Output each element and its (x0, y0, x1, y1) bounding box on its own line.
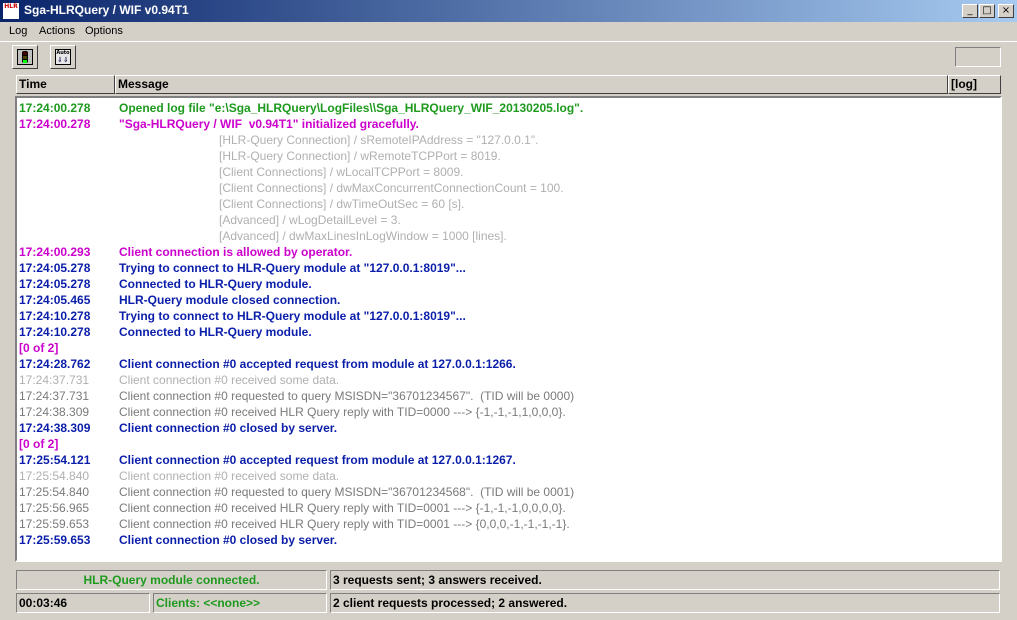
menu-bar: Log Actions Options (0, 22, 1017, 41)
auto-scroll-button[interactable]: Auto ⇓⇓ (50, 45, 76, 69)
log-time: 17:24:37.731 (19, 373, 90, 387)
menu-actions[interactable]: Actions (39, 25, 75, 37)
log-list[interactable]: 17:24:00.278 Opened log file "e:\Sga_HLRQ… (15, 96, 1002, 562)
log-message: Client connection #0 requested to query … (119, 485, 575, 499)
log-message: Client connection #0 received some data. (119, 469, 340, 483)
log-list-header: Time Message [log] (16, 75, 1001, 94)
log-message: Trying to connect to HLR-Query module at… (119, 309, 466, 323)
log-message: Client connection #0 received HLR Query … (119, 517, 570, 531)
log-time: 17:24:00.278 (19, 117, 91, 131)
log-time: 17:25:54.840 (19, 485, 90, 499)
log-message: Client connection #0 closed by server. (119, 421, 338, 435)
log-message: Connected to HLR-Query module. (119, 277, 312, 291)
toolbar-indicator (955, 47, 1001, 67)
window-title: Sga-HLRQuery / WIF v0.94T1 (24, 3, 189, 17)
log-time: 17:25:54.121 (19, 453, 91, 467)
log-message: [Advanced] / wLogDetailLevel = 3. (219, 213, 401, 227)
log-message: Client connection is allowed by operator… (119, 245, 353, 259)
menu-log[interactable]: Log (9, 25, 27, 37)
log-message: [HLR-Query Connection] / wRemoteTCPPort … (219, 149, 501, 163)
log-time: 17:25:54.840 (19, 469, 90, 483)
log-message: Client connection #0 received some data. (119, 373, 340, 387)
log-message: Connected to HLR-Query module. (119, 325, 312, 339)
log-message: "Sga-HLRQuery / WIF v0.94T1" initialized… (119, 117, 419, 131)
traffic-light-icon (17, 49, 33, 65)
log-time: [0 of 2] (19, 341, 59, 355)
log-time: 17:24:05.465 (19, 293, 91, 307)
log-message: [HLR-Query Connection] / sRemoteIPAddres… (219, 133, 539, 147)
log-message: HLR-Query module closed connection. (119, 293, 341, 307)
column-log[interactable]: [log] (948, 75, 1001, 94)
log-time: 17:24:10.278 (19, 309, 91, 323)
log-message: [Client Connections] / wLocalTCPPort = 8… (219, 165, 464, 179)
log-time: 17:25:59.653 (19, 533, 91, 547)
log-time: 17:25:59.653 (19, 517, 90, 531)
column-message[interactable]: Message (115, 75, 948, 94)
log-message: [Client Connections] / dwMaxConcurrentCo… (219, 181, 564, 195)
clients-status: Clients: <<none>> (153, 593, 327, 613)
log-time: 17:24:05.278 (19, 277, 91, 291)
log-message: Opened log file "e:\Sga_HLRQuery\LogFile… (119, 101, 584, 115)
log-time: [0 of 2] (19, 437, 59, 451)
connect-toggle-button[interactable] (12, 45, 38, 69)
log-time: 17:24:00.278 (19, 101, 91, 115)
log-message: Client connection #0 accepted request fr… (119, 453, 516, 467)
toolbar: Auto ⇓⇓ (0, 41, 1017, 74)
log-time: 17:24:00.293 (19, 245, 91, 259)
log-time: 17:25:56.965 (19, 501, 90, 515)
log-time: 17:24:38.309 (19, 421, 91, 435)
minimize-button[interactable]: _ (962, 4, 978, 18)
auto-scroll-icon: Auto ⇓⇓ (55, 49, 71, 65)
requests-summary: 3 requests sent; 3 answers received. (330, 570, 1000, 590)
column-time[interactable]: Time (16, 75, 115, 94)
elapsed-time: 00:03:46 (16, 593, 150, 613)
log-time: 17:24:38.309 (19, 405, 90, 419)
down-arrows-icon: ⇓⇓ (57, 56, 69, 64)
close-button[interactable]: × (998, 4, 1014, 18)
module-status: HLR-Query module connected. (16, 570, 327, 590)
log-message: Client connection #0 requested to query … (119, 389, 575, 403)
log-message: [Advanced] / dwMaxLinesInLogWindow = 100… (219, 229, 507, 243)
menu-options[interactable]: Options (85, 25, 123, 37)
log-time: 17:24:10.278 (19, 325, 91, 339)
log-time: 17:24:28.762 (19, 357, 91, 371)
log-message: Client connection #0 accepted request fr… (119, 357, 516, 371)
title-bar[interactable]: HLR Sga-HLRQuery / WIF v0.94T1 _ □ × (0, 0, 1017, 22)
app-icon[interactable]: HLR (3, 3, 19, 19)
log-time: 17:24:05.278 (19, 261, 91, 275)
maximize-button[interactable]: □ (979, 4, 995, 18)
log-message: Client connection #0 closed by server. (119, 533, 338, 547)
log-message: Client connection #0 received HLR Query … (119, 501, 566, 515)
log-message: Client connection #0 received HLR Query … (119, 405, 566, 419)
log-message: Trying to connect to HLR-Query module at… (119, 261, 466, 275)
log-time: 17:24:37.731 (19, 389, 90, 403)
log-message: [Client Connections] / dwTimeOutSec = 60… (219, 197, 465, 211)
clients-summary: 2 client requests processed; 2 answered. (330, 593, 1000, 613)
